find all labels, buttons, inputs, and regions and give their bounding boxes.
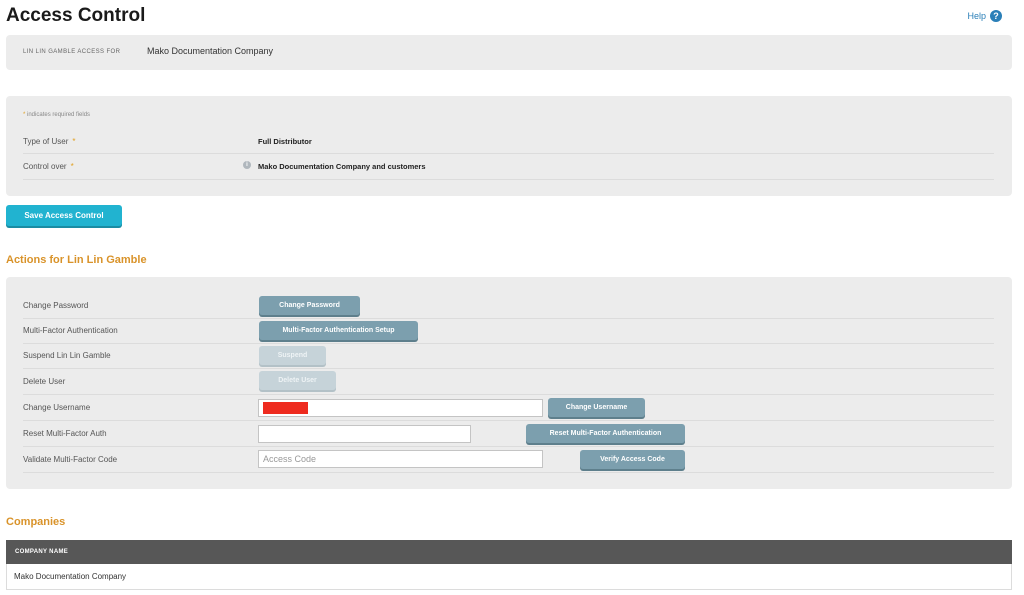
required-note-text: indicates required fields (27, 112, 91, 118)
delete-user-label: Delete User (23, 377, 66, 386)
help-label: Help (967, 11, 986, 21)
page-title: Access Control (6, 5, 146, 26)
save-access-control-button[interactable]: Save Access Control (6, 205, 122, 226)
reset-mfa-label: Reset Multi-Factor Auth (23, 429, 107, 438)
type-of-user-row: Type of User * Full Distributor (23, 128, 994, 154)
mfa-row: Multi-Factor Authentication Multi-Factor… (23, 318, 994, 344)
required-star: * (23, 112, 26, 118)
mfa-label: Multi-Factor Authentication (23, 326, 118, 335)
delete-user-button[interactable]: Delete User (259, 371, 336, 390)
type-of-user-value: Full Distributor (258, 137, 312, 146)
actions-title: Actions for Lin Lin Gamble (6, 254, 147, 266)
username-input[interactable] (258, 399, 543, 417)
change-password-label: Change Password (23, 301, 89, 310)
access-code-input[interactable]: Access Code (258, 450, 543, 468)
control-over-row: Control over * i Mako Documentation Compa… (23, 154, 994, 180)
validate-mfa-label: Validate Multi-Factor Code (23, 455, 118, 464)
info-icon[interactable]: i (243, 161, 251, 169)
control-over-label: Control over * (23, 162, 74, 171)
companies-table-header: COMPANY NAME (6, 540, 1012, 564)
suspend-label: Suspend Lin Lin Gamble (23, 351, 111, 360)
table-row[interactable]: Mako Documentation Company (6, 564, 1012, 590)
help-link[interactable]: Help ? (967, 10, 1002, 22)
reset-mfa-button[interactable]: Reset Multi-Factor Authentication (526, 424, 685, 443)
access-for-label: LIN LIN GAMBLE ACCESS FOR (23, 49, 121, 55)
change-password-row: Change Password Change Password (23, 293, 994, 319)
suspend-row: Suspend Lin Lin Gamble Suspend (23, 343, 994, 369)
change-password-button[interactable]: Change Password (259, 296, 360, 315)
type-of-user-label: Type of User * (23, 137, 76, 146)
mfa-setup-button[interactable]: Multi-Factor Authentication Setup (259, 321, 418, 340)
redacted-username (263, 402, 308, 414)
access-for-panel: LIN LIN GAMBLE ACCESS FOR Mako Documenta… (6, 35, 1012, 70)
reset-mfa-input[interactable] (258, 425, 471, 443)
control-over-value: Mako Documentation Company and customers (258, 162, 426, 171)
reset-mfa-row: Reset Multi-Factor Auth Reset Multi-Fact… (23, 421, 994, 447)
suspend-button[interactable]: Suspend (259, 346, 326, 365)
verify-access-code-button[interactable]: Verify Access Code (580, 450, 685, 469)
actions-panel: Change Password Change Password Multi-Fa… (6, 277, 1012, 489)
companies-title: Companies (6, 516, 66, 528)
required-note: * indicates required fields (23, 112, 90, 118)
change-username-button[interactable]: Change Username (548, 398, 645, 417)
delete-user-row: Delete User Delete User (23, 369, 994, 395)
change-username-label: Change Username (23, 403, 91, 412)
validate-mfa-row: Validate Multi-Factor Code Access Code V… (23, 447, 994, 473)
help-icon: ? (990, 10, 1002, 22)
change-username-row: Change Username Change Username (23, 395, 994, 421)
access-form-panel: * indicates required fields Type of User… (6, 96, 1012, 196)
access-for-value: Mako Documentation Company (147, 46, 274, 56)
